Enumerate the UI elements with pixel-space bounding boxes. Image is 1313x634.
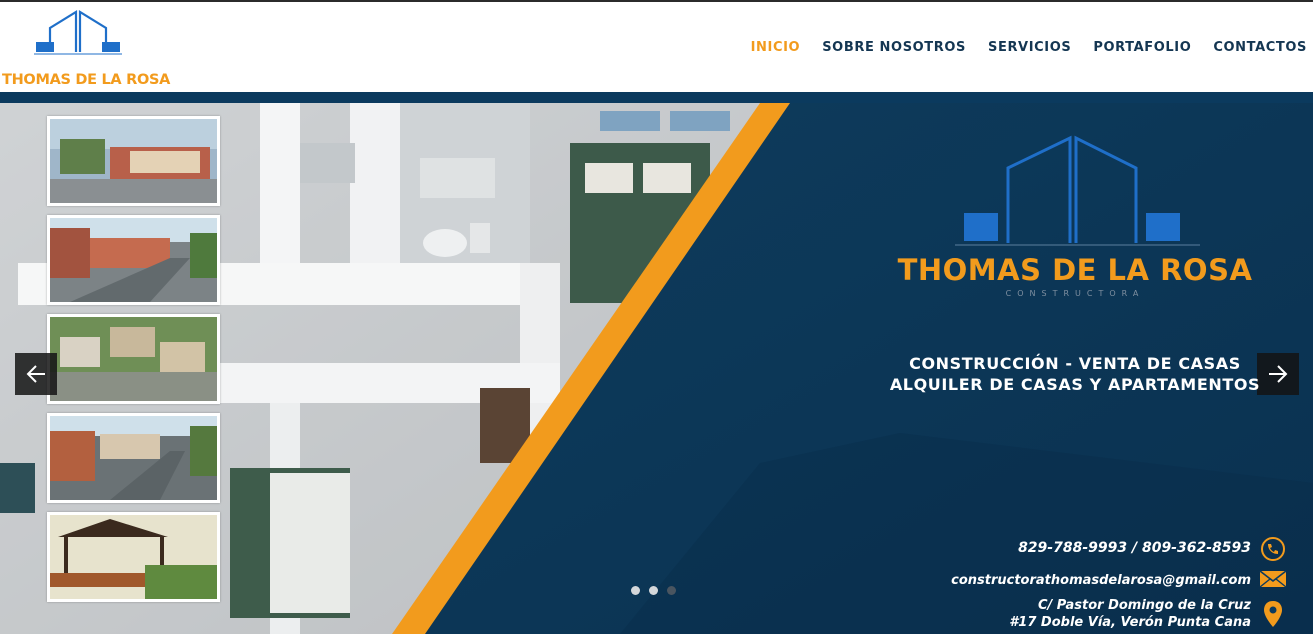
slider-dot-3[interactable]: [667, 586, 676, 595]
location-pin-icon: [1264, 601, 1282, 627]
thumbnail-4[interactable]: [47, 413, 220, 503]
slider-pagination: [631, 586, 676, 595]
nav-contactos[interactable]: CONTACTOS: [1213, 40, 1307, 55]
house-outline-logo-icon: [34, 10, 122, 55]
thumbnail-5[interactable]: [47, 512, 220, 602]
slider-dot-1[interactable]: [631, 586, 640, 595]
nav-servicios[interactable]: SERVICIOS: [988, 40, 1071, 55]
nav-portafolio[interactable]: PORTAFOLIO: [1093, 40, 1191, 55]
thumbnail-3[interactable]: [47, 314, 220, 404]
mail-icon: [1259, 570, 1287, 588]
slider-prev-button[interactable]: [15, 353, 57, 395]
slider-dot-2[interactable]: [649, 586, 658, 595]
hero-tagline-line1: CONSTRUCCIÓN - VENTA DE CASAS: [909, 354, 1241, 373]
site-header: THOMAS DE LA ROSA INICIO SOBRE NOSOTROS …: [0, 2, 1313, 92]
hero-slider: THOMAS DE LA ROSA CONSTRUCTORA CONSTRUCC…: [0, 103, 1313, 634]
main-nav: INICIO SOBRE NOSOTROS SERVICIOS PORTAFOL…: [729, 40, 1307, 55]
hero-brand-subtitle: CONSTRUCTORA: [1005, 289, 1145, 298]
site-logo[interactable]: THOMAS DE LA ROSA: [0, 8, 170, 88]
nav-sobre-nosotros[interactable]: SOBRE NOSOTROS: [822, 40, 966, 55]
arrow-left-icon: [26, 365, 45, 383]
contact-phone: 829-788-9993 / 809-362-8593: [1018, 540, 1251, 556]
logo-text: THOMAS DE LA ROSA: [2, 72, 171, 88]
contact-address-line1: C/ Pastor Domingo de la Cruz: [1037, 598, 1251, 613]
thumbnail-2[interactable]: [47, 215, 220, 305]
hero-tagline: CONSTRUCCIÓN - VENTA DE CASAS ALQUILER D…: [860, 353, 1290, 395]
contact-address: C/ Pastor Domingo de la Cruz #17 Doble V…: [1009, 597, 1251, 631]
contact-email[interactable]: constructorathomasdelarosa@gmail.com: [951, 573, 1251, 588]
hero-brand-name: THOMAS DE LA ROSA: [897, 253, 1253, 287]
nav-inicio[interactable]: INICIO: [751, 40, 801, 55]
hero-tagline-line2: ALQUILER DE CASAS Y APARTAMENTOS: [889, 375, 1261, 394]
thumbnail-1[interactable]: [47, 116, 220, 206]
phone-icon: [1261, 537, 1285, 561]
header-accent-bar: [0, 92, 1313, 103]
contact-address-line2: #17 Doble Vía, Verón Punta Cana: [1009, 615, 1251, 630]
